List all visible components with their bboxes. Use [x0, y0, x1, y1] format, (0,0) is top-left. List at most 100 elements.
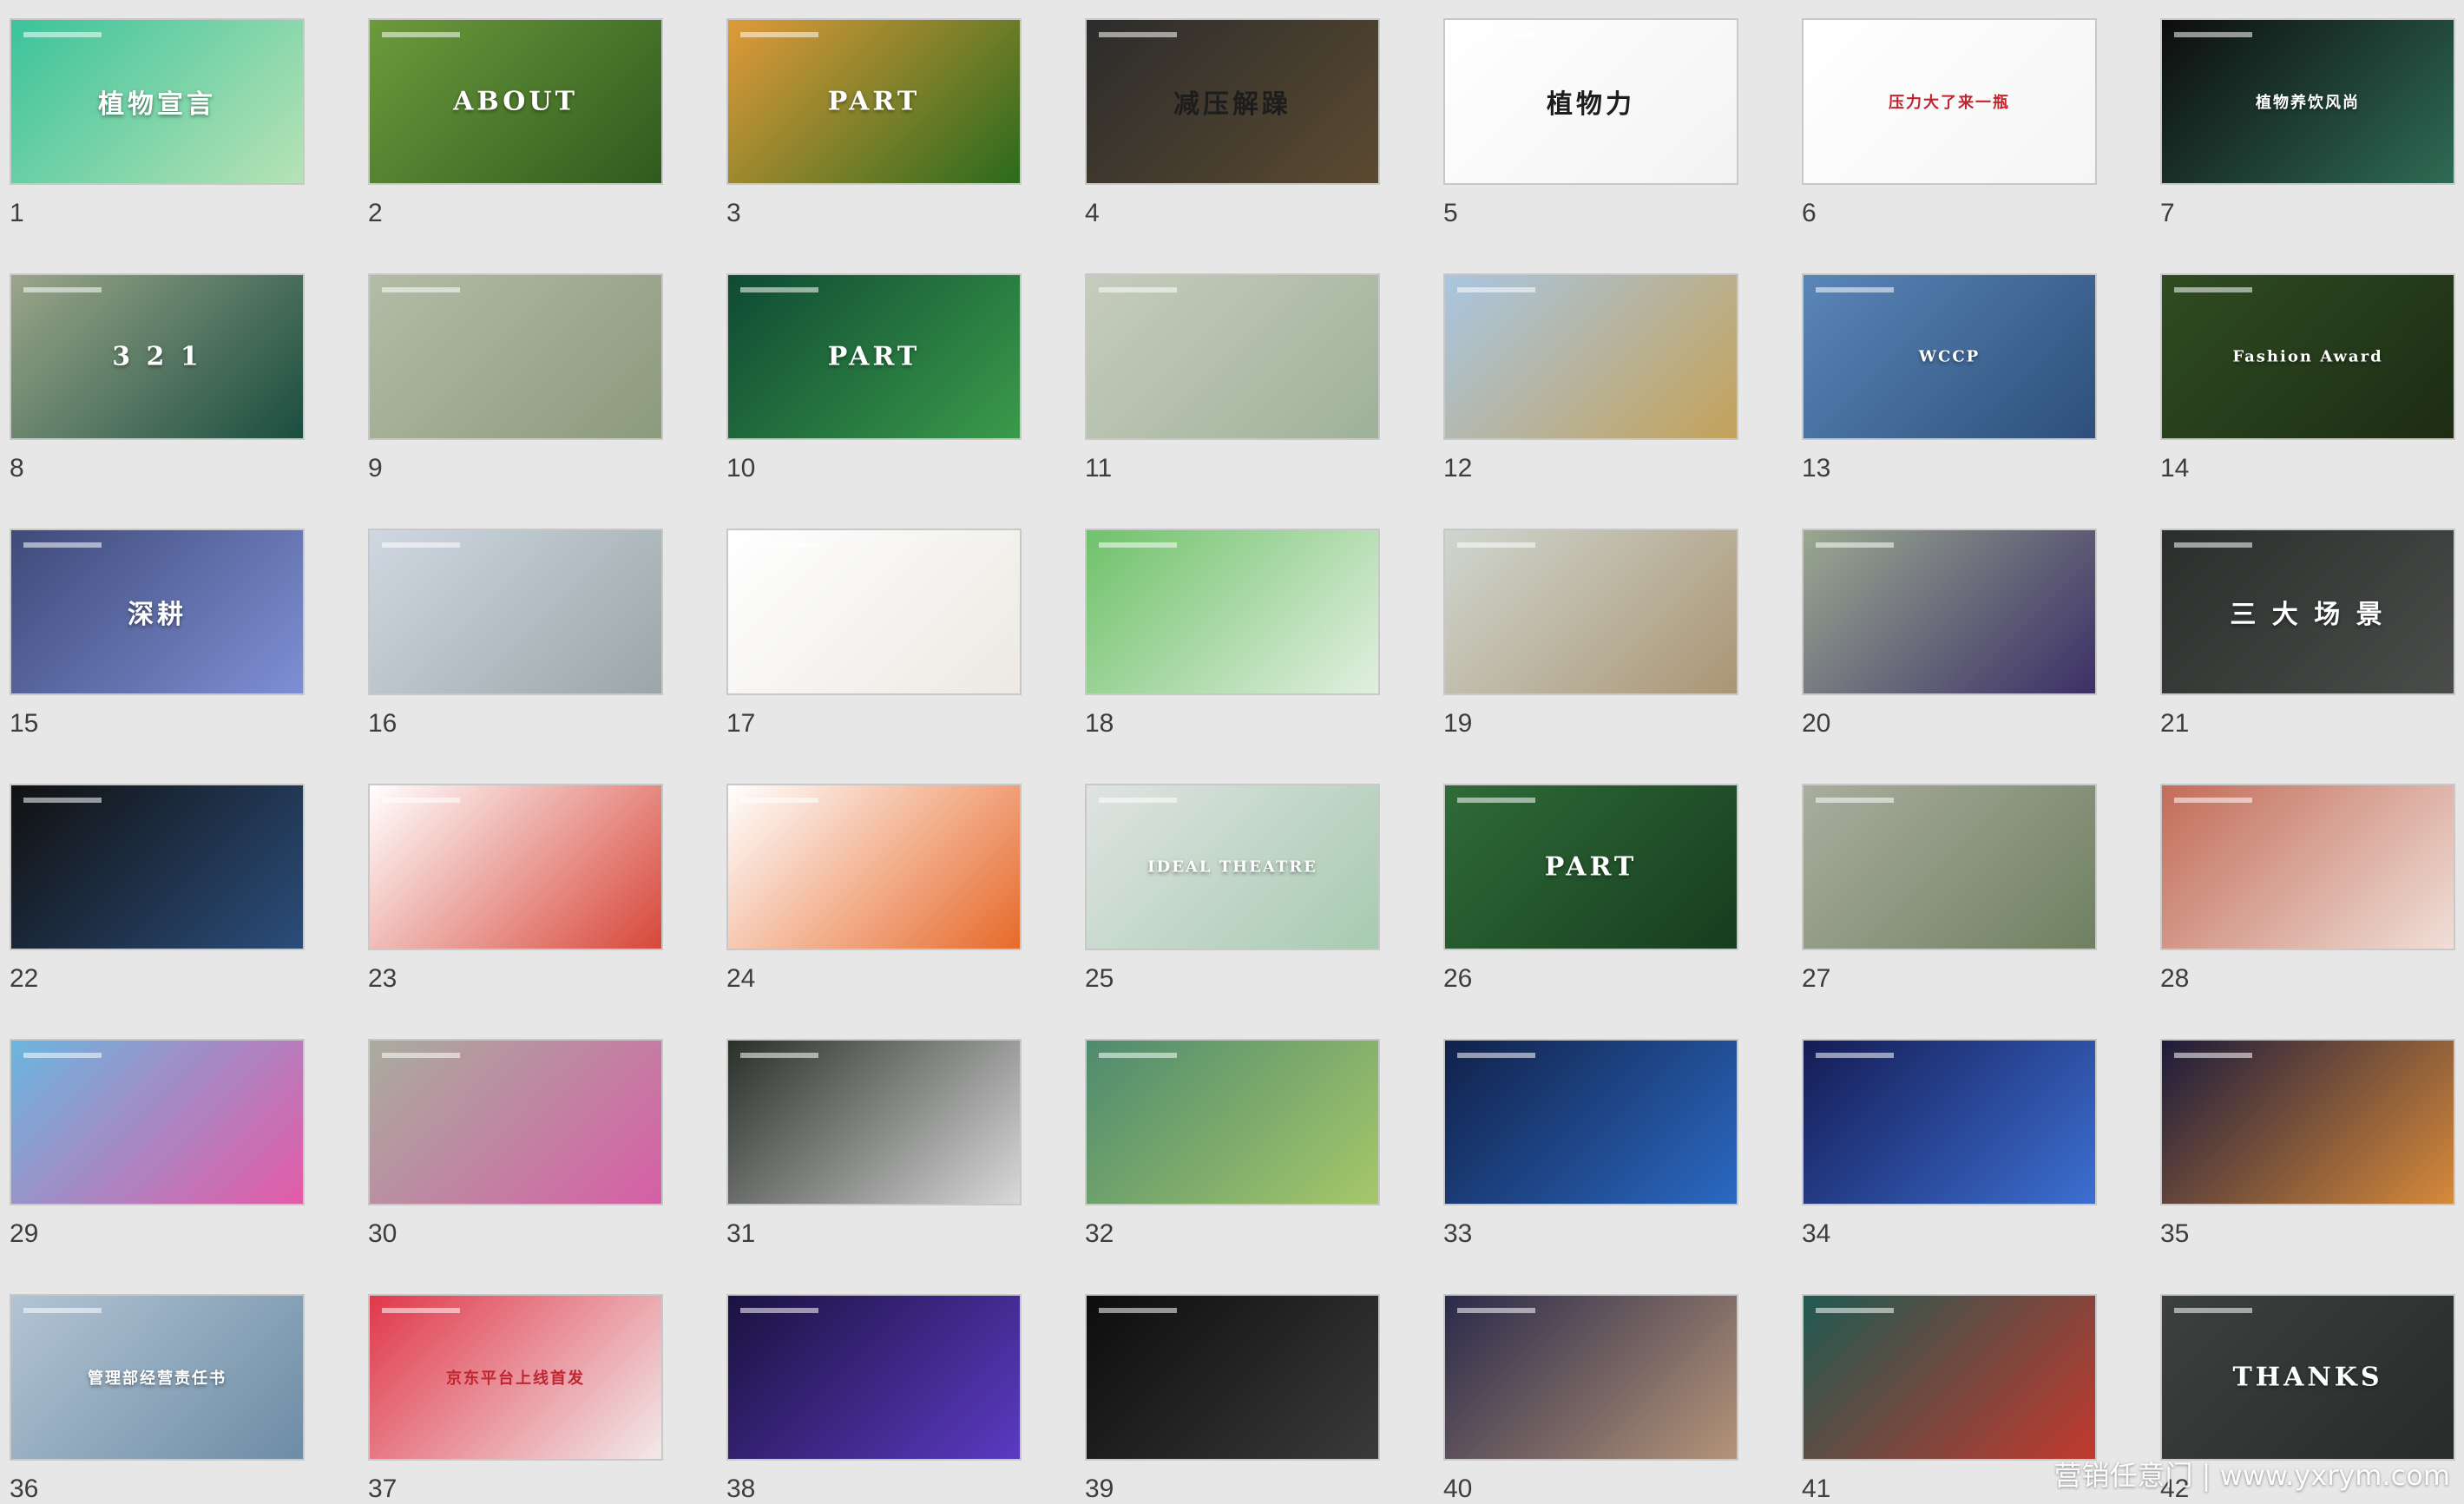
slide-thumbnail[interactable]: PART	[1443, 784, 1738, 950]
slide-thumbnail[interactable]	[368, 529, 663, 695]
slide-thumbnail[interactable]	[1443, 273, 1738, 440]
slide-header-bar	[382, 798, 460, 803]
slide-thumbnail[interactable]	[368, 273, 663, 440]
slide-thumbnail[interactable]	[2160, 1039, 2455, 1205]
slide-number: 28	[2160, 964, 2190, 993]
slide-header-bar	[1457, 1308, 1535, 1313]
slide-header-bar	[1099, 1053, 1177, 1058]
slide-title: 植物力	[1547, 89, 1635, 120]
slide-thumbnail[interactable]	[10, 1039, 305, 1205]
slide-thumbnail[interactable]	[726, 529, 1022, 695]
slide-number: 41	[1802, 1474, 1831, 1503]
slide-thumbnail[interactable]	[1802, 529, 2097, 695]
slide-number: 2	[368, 199, 383, 227]
slide-sorter: 植物宣言 1 ABOUT 2 PART 3 减压解躁 4 植物力 5 压力大了来一瓶 6 植物养饮风尚 7…	[0, 0, 2464, 1504]
slide-header-bar	[740, 1053, 818, 1058]
slide-thumbnail[interactable]	[1085, 1039, 1380, 1205]
slide-header-bar	[382, 32, 460, 37]
slide-number: 1	[10, 199, 24, 227]
slide-header-bar	[2174, 1053, 2252, 1058]
slide-thumbnail[interactable]	[726, 1039, 1022, 1205]
slide-number: 13	[1802, 454, 1831, 483]
slide-header-bar	[23, 798, 102, 803]
slide-thumbnail[interactable]: 3 2 1	[10, 273, 305, 440]
slide-header-bar	[2174, 32, 2252, 37]
slide-number: 26	[1443, 964, 1473, 993]
slide-number: 11	[1085, 454, 1113, 483]
slide-header-bar	[23, 287, 102, 292]
slide-number: 12	[1443, 454, 1473, 483]
slide-title: Fashion Award	[2232, 347, 2383, 366]
slide-header-bar	[740, 542, 818, 548]
slide-number: 8	[10, 454, 24, 483]
slide-thumbnail[interactable]: ABOUT	[368, 18, 663, 185]
slide-number: 31	[726, 1219, 756, 1248]
slide-header-bar	[382, 287, 460, 292]
slide-thumbnail[interactable]: 压力大了来一瓶	[1802, 18, 2097, 185]
slide-thumbnail[interactable]: 减压解躁	[1085, 18, 1380, 185]
slide-number: 38	[726, 1474, 756, 1503]
slide-number: 40	[1443, 1474, 1473, 1503]
slide-thumbnail[interactable]	[1443, 1039, 1738, 1205]
slide-header-bar	[1457, 542, 1535, 548]
slide-title: 植物宣言	[98, 89, 216, 120]
slide-header-bar	[1099, 287, 1177, 292]
slide-number: 3	[726, 199, 741, 227]
slide-header-bar	[1816, 32, 1894, 37]
slide-thumbnail[interactable]	[1085, 1294, 1380, 1461]
slide-thumbnail[interactable]: WCCP	[1802, 273, 2097, 440]
slide-header-bar	[1099, 32, 1177, 37]
slide-thumbnail[interactable]	[1802, 1039, 2097, 1205]
slide-title: 管理部经营责任书	[88, 1369, 227, 1388]
slide-thumbnail[interactable]: THANKS	[2160, 1294, 2455, 1461]
slide-header-bar	[382, 1308, 460, 1313]
slide-thumbnail[interactable]: 深耕	[10, 529, 305, 695]
slide-header-bar	[740, 798, 818, 803]
slide-title: PART	[1544, 851, 1638, 883]
slide-title: PART	[827, 341, 921, 372]
slide-header-bar	[1099, 798, 1177, 803]
slide-header-bar	[1816, 287, 1894, 292]
slide-number: 37	[368, 1474, 398, 1503]
slide-thumbnail[interactable]: 京东平台上线首发	[368, 1294, 663, 1461]
slide-header-bar	[23, 1053, 102, 1058]
slide-header-bar	[2174, 1308, 2252, 1313]
slide-thumbnail[interactable]: IDEAL THEATRE	[1085, 784, 1380, 950]
slide-number: 18	[1085, 709, 1114, 738]
slide-thumbnail[interactable]	[1443, 1294, 1738, 1461]
slide-title: 京东平台上线首发	[446, 1369, 585, 1388]
slide-header-bar	[1816, 1308, 1894, 1313]
slide-thumbnail[interactable]: 管理部经营责任书	[10, 1294, 305, 1461]
slide-thumbnail[interactable]	[2160, 784, 2455, 950]
slide-title: PART	[827, 86, 921, 117]
slide-thumbnail[interactable]	[1443, 529, 1738, 695]
slide-thumbnail[interactable]	[1085, 273, 1380, 440]
slide-thumbnail[interactable]	[368, 784, 663, 950]
slide-thumbnail[interactable]: PART	[726, 273, 1022, 440]
slide-number: 5	[1443, 199, 1458, 227]
slide-header-bar	[1457, 1053, 1535, 1058]
slide-thumbnail[interactable]: 植物力	[1443, 18, 1738, 185]
slide-thumbnail[interactable]: 三 大 场 景	[2160, 529, 2455, 695]
slide-thumbnail[interactable]	[726, 1294, 1022, 1461]
slide-number: 30	[368, 1219, 398, 1248]
slide-thumbnail[interactable]	[1085, 529, 1380, 695]
slide-header-bar	[23, 542, 102, 548]
slide-thumbnail[interactable]: 植物养饮风尚	[2160, 18, 2455, 185]
slide-thumbnail[interactable]: PART	[726, 18, 1022, 185]
slide-number: 20	[1802, 709, 1831, 738]
slide-header-bar	[382, 542, 460, 548]
slide-thumbnail[interactable]: 植物宣言	[10, 18, 305, 185]
slide-number: 23	[368, 964, 398, 993]
slide-thumbnail[interactable]	[726, 784, 1022, 950]
slide-thumbnail[interactable]	[368, 1039, 663, 1205]
slide-thumbnail[interactable]	[10, 784, 305, 950]
slide-thumbnail[interactable]: Fashion Award	[2160, 273, 2455, 440]
slide-header-bar	[740, 287, 818, 292]
slide-header-bar	[2174, 542, 2252, 548]
slide-header-bar	[740, 32, 818, 37]
slide-thumbnail[interactable]	[1802, 784, 2097, 950]
slide-number: 14	[2160, 454, 2190, 483]
slide-thumbnail[interactable]	[1802, 1294, 2097, 1461]
slide-header-bar	[1457, 798, 1535, 803]
